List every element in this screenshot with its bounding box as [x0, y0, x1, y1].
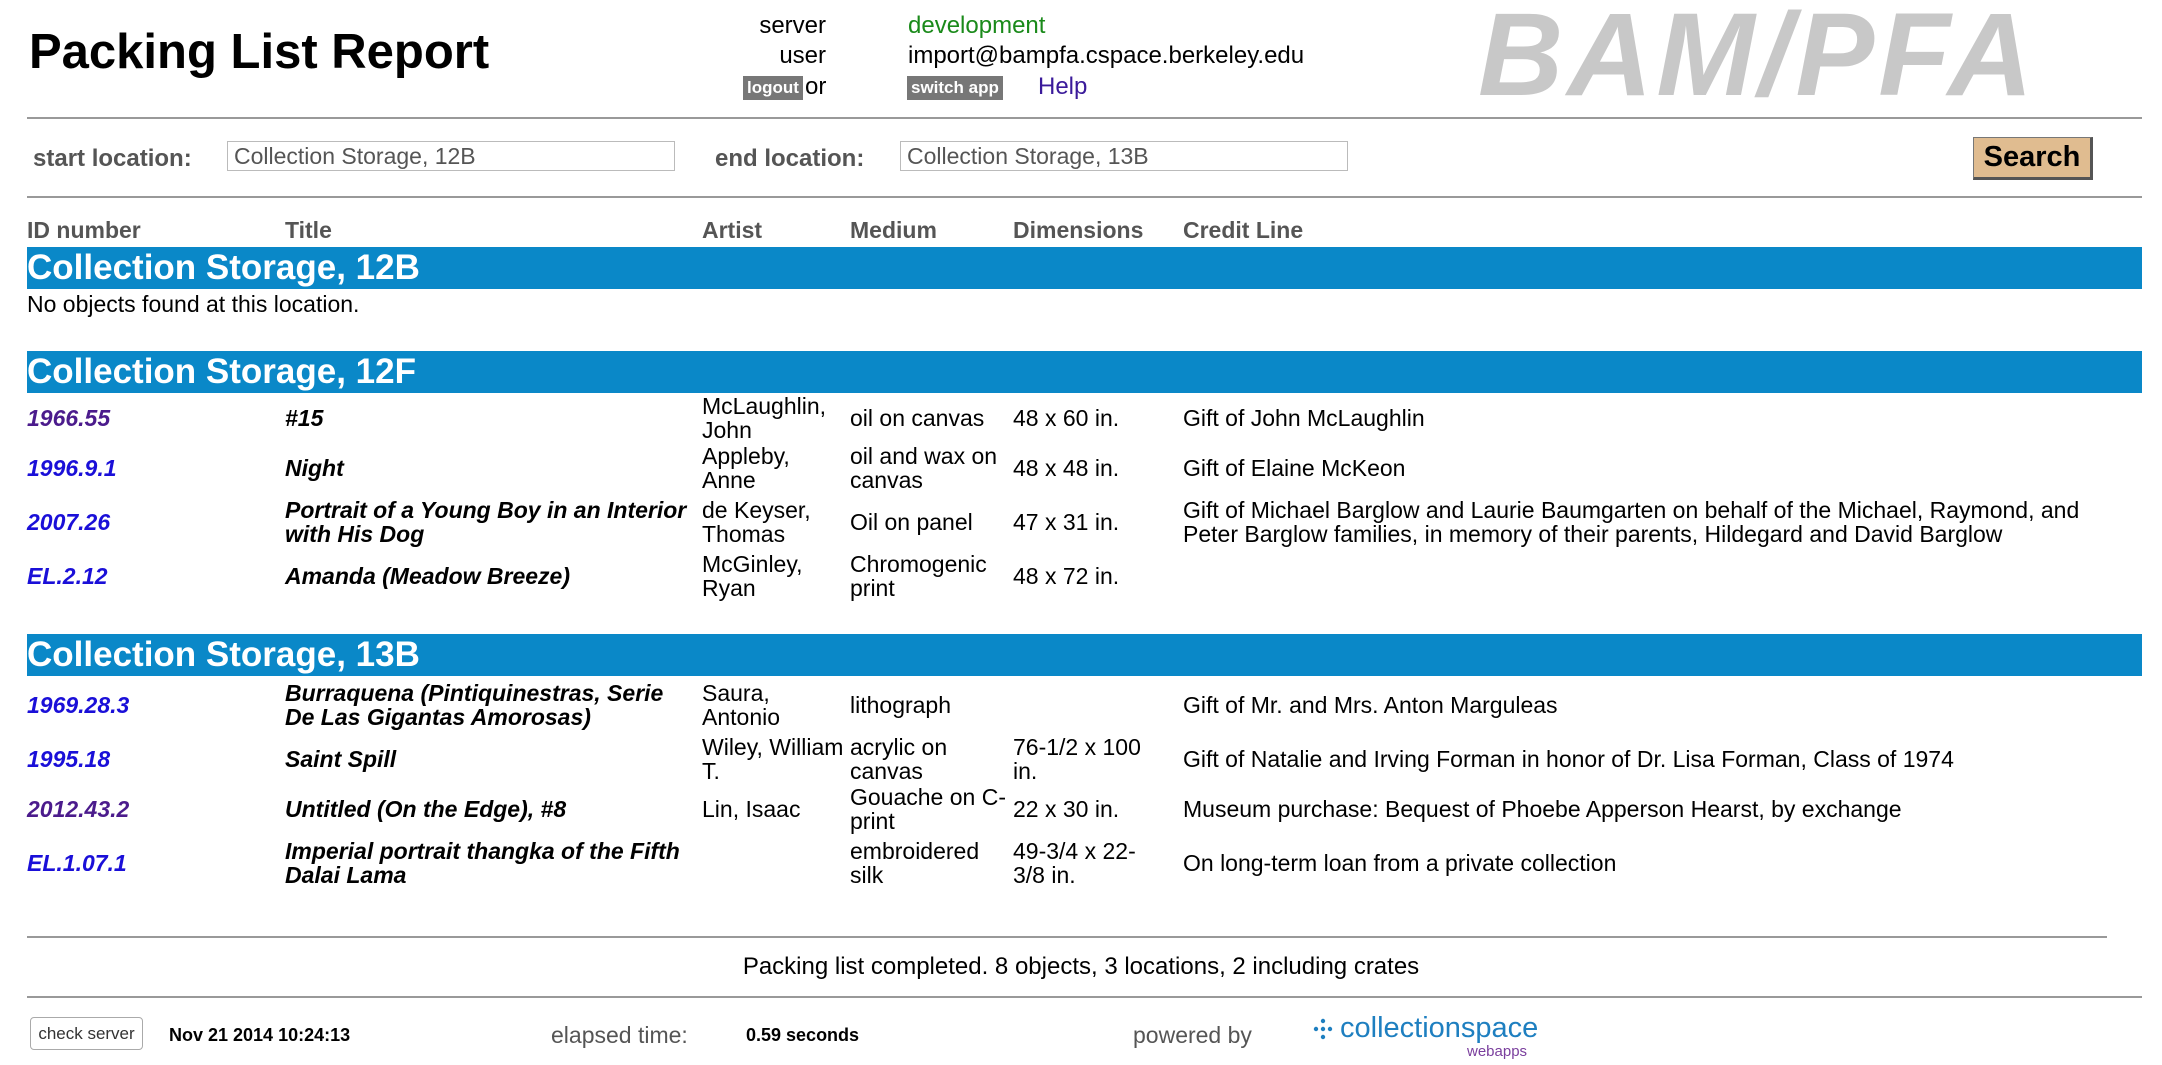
object-credit-line: Gift of Michael Barglow and Laurie Baumg… [1183, 497, 2080, 547]
object-id-link[interactable]: EL.1.07.1 [27, 838, 277, 888]
elapsed-time-value: 0.59 seconds [746, 1025, 860, 1045]
column-header-id: ID number [27, 217, 141, 243]
object-artist [702, 838, 844, 888]
location-header: Collection Storage, 13B [27, 634, 2142, 676]
object-medium: acrylic on canvas [850, 734, 948, 784]
table-row: 1966.55 #15 McLaughlin, John oil on canv… [0, 393, 2162, 443]
empty-location-note: No objects found at this location. [27, 291, 360, 317]
table-row: 1996.9.1 Night Appleby, Anne oil and wax… [0, 443, 2162, 493]
collectionspace-dots-icon [1313, 1018, 1333, 1040]
object-id-link[interactable]: 2012.43.2 [27, 784, 277, 834]
object-artist: Appleby, Anne [702, 443, 790, 493]
object-credit-line: Gift of Natalie and Irving Forman in hon… [1183, 746, 1954, 772]
or-text: or [805, 73, 827, 100]
column-header-artist: Artist [702, 217, 763, 243]
help-link[interactable]: Help [1038, 73, 1087, 101]
collectionspace-logo-text: collectionspace [1340, 1012, 1539, 1044]
object-medium: oil on canvas [850, 405, 985, 431]
location-header: Collection Storage, 12F [27, 351, 2142, 393]
object-artist: Saura, Antonio [702, 680, 781, 730]
object-credit-line: Gift of John McLaughlin [1183, 405, 1425, 431]
object-id-link[interactable]: 1969.28.3 [27, 680, 277, 730]
object-id-link[interactable]: 2007.26 [27, 497, 277, 547]
object-credit-line: Museum purchase: Bequest of Phoebe Apper… [1183, 796, 1902, 822]
object-id-link[interactable]: 1995.18 [27, 734, 277, 784]
table-row: 2007.26 Portrait of a Young Boy in an In… [0, 497, 2162, 547]
packing-summary: Packing list completed. 8 objects, 3 loc… [742, 953, 1420, 980]
object-medium: embroidered silk [850, 838, 980, 888]
column-header-medium: Medium [850, 217, 937, 243]
object-credit-line [1183, 551, 2133, 601]
end-location-input[interactable] [900, 141, 1348, 171]
object-medium: Gouache on C-print [850, 784, 1006, 834]
collectionspace-logo: collectionspace webapps [1312, 1012, 1552, 1062]
object-credit-line: On long-term loan from a private collect… [1183, 850, 1617, 876]
server-label: server [759, 12, 826, 39]
object-dimensions: 48 x 60 in. [1013, 405, 1120, 431]
object-dimensions: 48 x 48 in. [1013, 455, 1120, 481]
object-dimensions: 48 x 72 in. [1013, 563, 1120, 589]
switch-app-button[interactable]: switch app [907, 76, 1003, 100]
object-credit-line: Gift of Mr. and Mrs. Anton Marguleas [1183, 692, 1558, 718]
search-button[interactable]: Search [1973, 137, 2093, 180]
object-artist: de Keyser, Thomas [702, 497, 811, 547]
object-dimensions: 76-1/2 x 100 in. [1013, 734, 1141, 784]
object-artist: Wiley, William T. [702, 734, 844, 784]
user-label: user [779, 42, 826, 69]
object-id-link[interactable]: 1966.55 [27, 393, 277, 443]
elapsed-time-label: elapsed time: [551, 1022, 688, 1048]
column-header-dimensions: Dimensions [1013, 217, 1144, 243]
bampfa-logo: BAM/PFA [1478, 0, 2037, 121]
collectionspace-logo-subtext: webapps [1467, 1043, 1528, 1060]
location-header: Collection Storage, 12B [27, 247, 2142, 289]
object-medium: Chromogenic print [850, 551, 987, 601]
object-title: Burraquena (Pintiquinestras, Serie De La… [285, 680, 664, 730]
table-row: 2012.43.2 Untitled (On the Edge), #8 Lin… [0, 784, 2162, 834]
object-medium: lithograph [850, 692, 952, 718]
object-title: Amanda (Meadow Breeze) [285, 563, 571, 589]
powered-by-label: powered by [1133, 1022, 1252, 1048]
object-dimensions [1013, 680, 1163, 730]
search-divider [27, 196, 2142, 198]
start-location-label: start location: [33, 145, 192, 172]
object-id-link[interactable]: 1996.9.1 [27, 443, 277, 493]
page: Packing List Report server development u… [0, 0, 2162, 1065]
object-dimensions: 49-3/4 x 22-3/8 in. [1013, 838, 1136, 888]
summary-divider-top [27, 936, 2107, 938]
check-server-button[interactable]: check server [30, 1017, 143, 1050]
object-title: Night [285, 455, 344, 481]
object-id-link[interactable]: EL.2.12 [27, 551, 277, 601]
end-location-label: end location: [715, 145, 865, 172]
table-row: EL.1.07.1 Imperial portrait thangka of t… [0, 838, 2162, 888]
object-title: Imperial portrait thangka of the Fifth D… [285, 838, 680, 888]
object-title: #15 [285, 405, 324, 431]
page-title: Packing List Report [29, 25, 490, 79]
object-artist: McLaughlin, John [702, 393, 827, 443]
timestamp: Nov 21 2014 10:24:13 [169, 1025, 351, 1045]
object-artist: McGinley, Ryan [702, 551, 803, 601]
object-dimensions: 47 x 31 in. [1013, 509, 1120, 535]
table-row: 1969.28.3 Burraquena (Pintiquinestras, S… [0, 680, 2162, 730]
header-divider [27, 117, 2142, 119]
object-title: Untitled (On the Edge), #8 [285, 796, 567, 822]
object-medium: oil and wax on canvas [850, 443, 998, 493]
table-row: EL.2.12 Amanda (Meadow Breeze) McGinley,… [0, 551, 2162, 601]
server-value: development [908, 12, 1046, 39]
object-credit-line: Gift of Elaine McKeon [1183, 455, 1406, 481]
object-title: Saint Spill [285, 746, 397, 772]
column-header-credit-line: Credit Line [1183, 217, 1304, 243]
start-location-input[interactable] [227, 141, 675, 171]
logout-button[interactable]: logout [743, 76, 803, 100]
object-artist: Lin, Isaac [702, 796, 801, 822]
table-row: 1995.18 Saint Spill Wiley, William T. ac… [0, 734, 2162, 784]
object-dimensions: 22 x 30 in. [1013, 796, 1120, 822]
summary-divider-bottom [27, 996, 2142, 998]
object-medium: Oil on panel [850, 509, 973, 535]
user-value: import@bampfa.cspace.berkeley.edu [908, 42, 1305, 69]
column-header-title: Title [285, 217, 332, 243]
object-title: Portrait of a Young Boy in an Interior w… [285, 497, 687, 547]
